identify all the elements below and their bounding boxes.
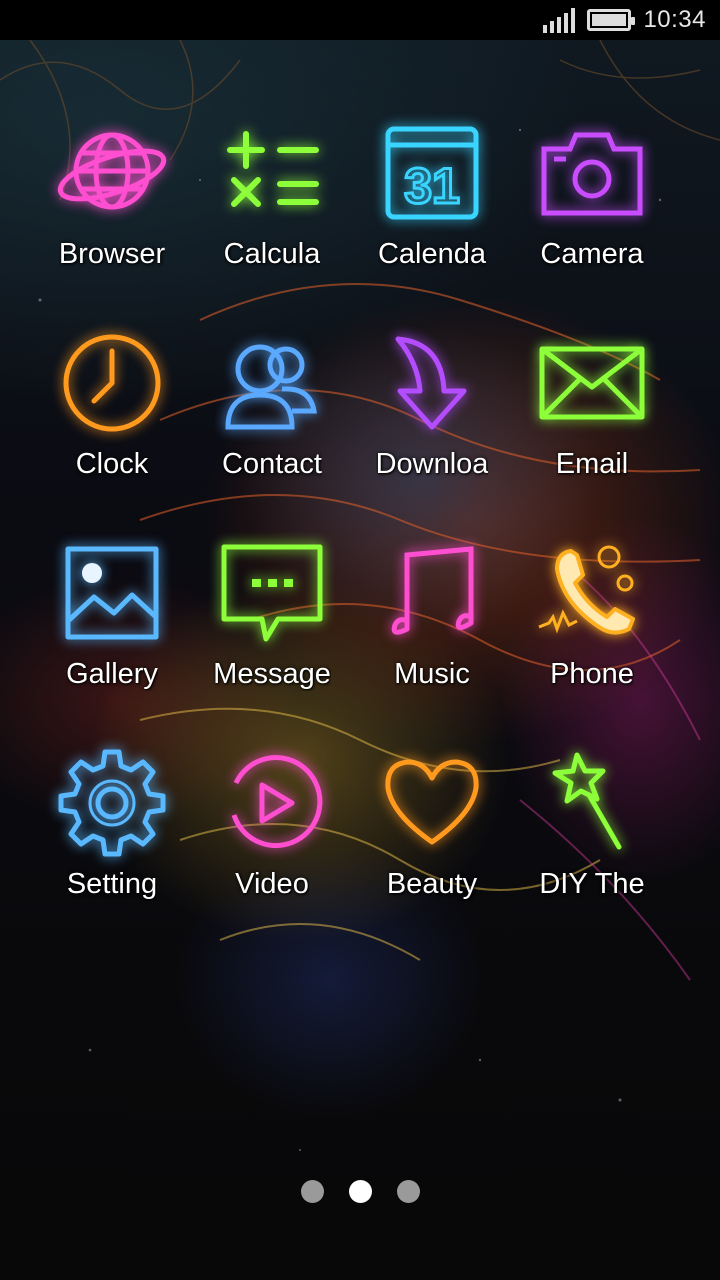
envelope-icon: [532, 328, 652, 438]
app-download[interactable]: Downloa: [352, 328, 512, 538]
gear-icon: [52, 748, 172, 858]
download-icon: [372, 328, 492, 438]
app-label: Beauty: [386, 868, 478, 900]
app-label: Video: [235, 868, 309, 900]
app-label: Contact: [222, 448, 322, 480]
app-label: Music: [394, 658, 470, 690]
page-dot-2[interactable]: [348, 1180, 372, 1203]
app-contact[interactable]: Contact: [192, 328, 352, 538]
app-calculator[interactable]: Calcula: [192, 118, 352, 328]
magic-wand-icon: [532, 748, 652, 858]
image-icon: [52, 538, 172, 648]
page-indicator: [0, 1180, 720, 1203]
message-icon: [212, 538, 332, 648]
app-label: Setting: [66, 868, 158, 900]
app-browser[interactable]: Browser: [32, 118, 192, 328]
app-video[interactable]: Video: [192, 748, 352, 958]
status-bar: 10:34: [0, 0, 720, 40]
contacts-icon: [212, 328, 332, 438]
play-icon: [212, 748, 332, 858]
app-diy-theme[interactable]: DIY The: [512, 748, 672, 958]
app-camera[interactable]: Camera: [512, 118, 672, 328]
app-music[interactable]: Music: [352, 538, 512, 748]
calculator-icon: [212, 118, 332, 228]
calendar-icon: 31: [372, 118, 492, 228]
heart-icon: [372, 748, 492, 858]
page-dot-1[interactable]: [300, 1180, 324, 1203]
app-label: Message: [213, 658, 331, 690]
status-time: 10:34: [643, 6, 706, 33]
signal-icon: [543, 7, 576, 33]
app-label: Clock: [75, 448, 149, 480]
app-label: Calenda: [377, 238, 487, 270]
app-setting[interactable]: Setting: [32, 748, 192, 958]
app-grid: Browser Calcula 31 Calenda Camera Clock …: [32, 118, 672, 958]
app-label: Calcula: [223, 238, 321, 270]
app-label: Browser: [58, 238, 166, 270]
page-dot-3[interactable]: [396, 1180, 420, 1203]
app-label: DIY The: [539, 868, 645, 900]
app-beauty[interactable]: Beauty: [352, 748, 512, 958]
calendar-day-glyph: 31: [404, 158, 460, 214]
clock-icon: [52, 328, 172, 438]
app-email[interactable]: Email: [512, 328, 672, 538]
music-note-icon: [372, 538, 492, 648]
camera-icon: [532, 118, 652, 228]
home-screen: 10:34 Browser Calcula 31 Calenda Camera …: [0, 0, 720, 1280]
phone-icon: [532, 538, 652, 648]
globe-icon: [52, 118, 172, 228]
app-message[interactable]: Message: [192, 538, 352, 748]
app-calendar[interactable]: 31 Calenda: [352, 118, 512, 328]
app-gallery[interactable]: Gallery: [32, 538, 192, 748]
app-label: Camera: [540, 238, 644, 270]
app-clock[interactable]: Clock: [32, 328, 192, 538]
app-label: Email: [555, 448, 629, 480]
app-label: Gallery: [66, 658, 158, 690]
app-phone[interactable]: Phone: [512, 538, 672, 748]
app-label: Downloa: [375, 448, 489, 480]
battery-icon: [587, 9, 636, 31]
app-label: Phone: [550, 658, 634, 690]
